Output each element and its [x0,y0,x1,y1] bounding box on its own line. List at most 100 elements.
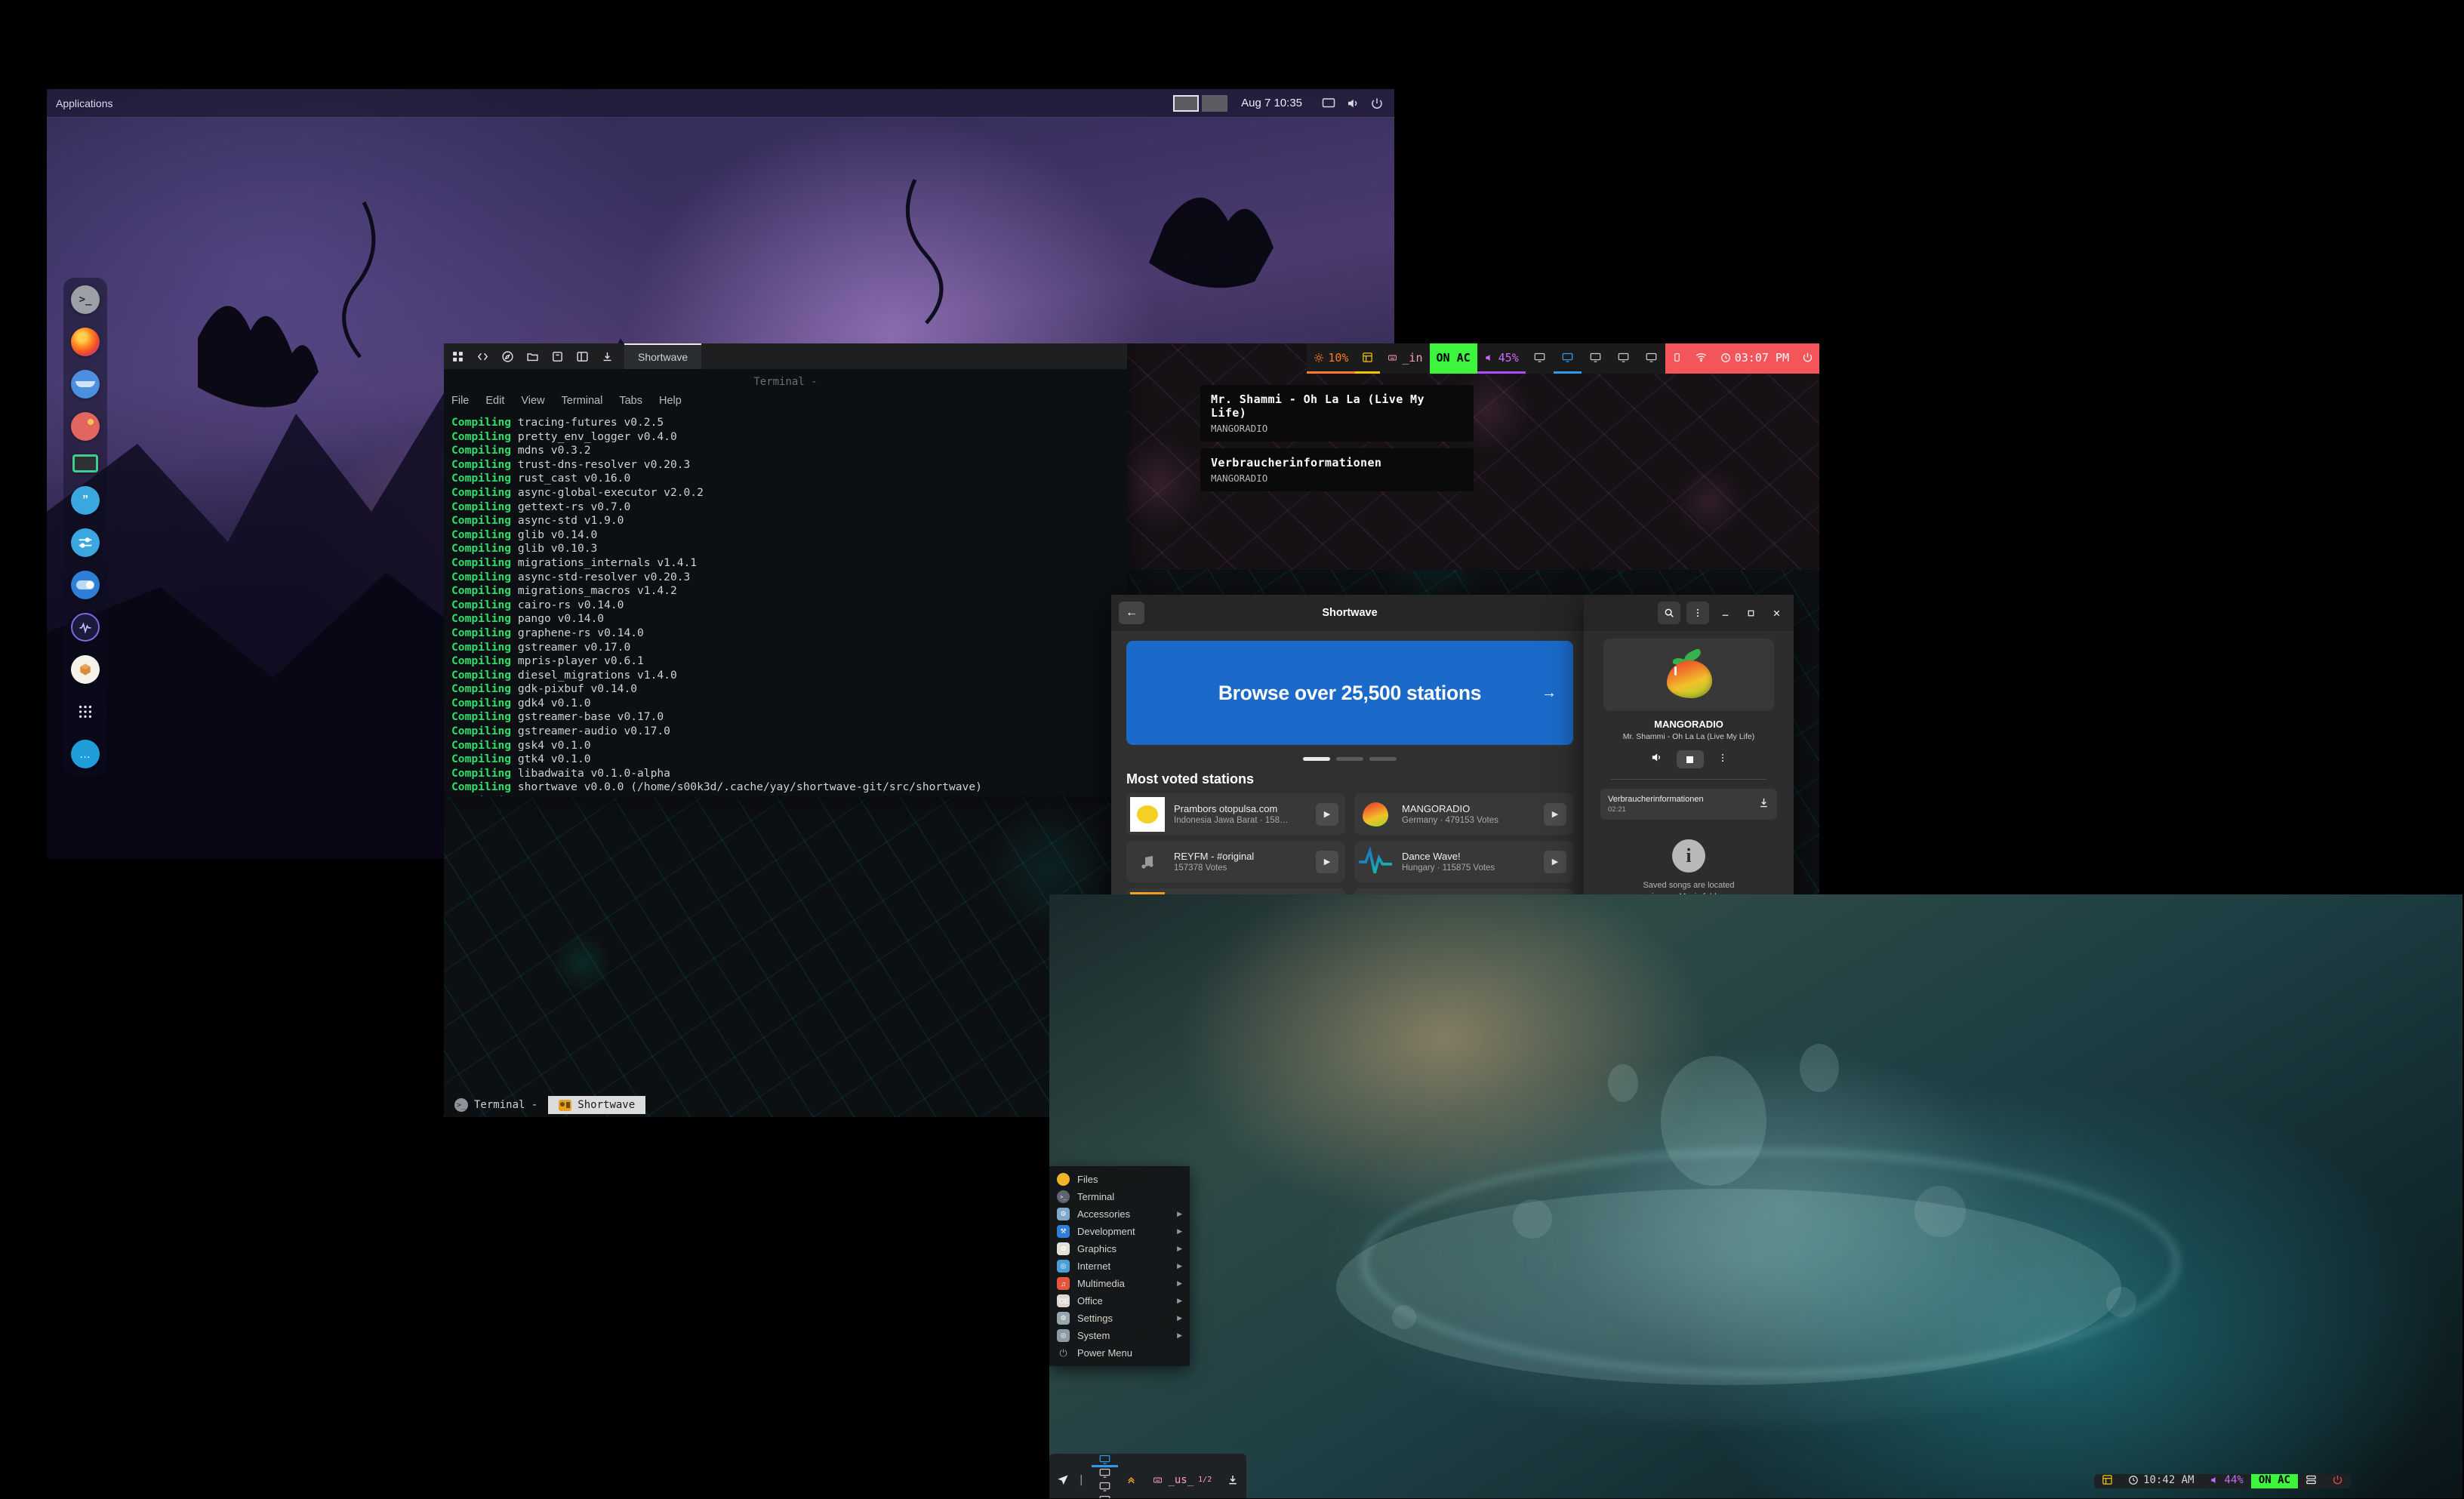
terminal-window[interactable]: Shortwave Terminal - File Edit View Term… [444,343,1127,796]
player-controls[interactable] [1593,750,1785,768]
layout-icon[interactable] [2094,1474,2121,1488]
menu-item-office[interactable]: ὌE Office ▶ [1049,1292,1190,1310]
dock-item-notes[interactable]: ” [71,486,100,515]
panel-clock[interactable]: Aug 7 10:35 [1241,97,1302,109]
display-icon[interactable] [1320,95,1337,112]
search-icon[interactable] [1658,602,1680,624]
menu-item-files[interactable]: Files [1049,1171,1190,1188]
maximize-icon[interactable] [1741,603,1760,623]
power-state-module[interactable]: ON AC [2250,1473,2298,1488]
menu-item-graphics[interactable]: ✿ Graphics ▶ [1049,1240,1190,1257]
volume-module[interactable]: 45% [1477,343,1526,374]
dock-item-system-monitor[interactable] [71,613,100,642]
dock-item-more-apps[interactable]: … [71,740,100,768]
banner-arrow-icon[interactable]: → [1542,685,1557,702]
menu-tabs[interactable]: Tabs [619,395,642,407]
terminal-menubar[interactable]: File Edit View Terminal Tabs Help [451,395,682,407]
workspace-1[interactable] [1092,1454,1119,1467]
stop-icon[interactable] [1676,750,1704,768]
workspace-switcher[interactable] [1525,343,1665,374]
taskbar-item-terminal[interactable]: >_ Terminal - [444,1095,548,1115]
menu-item-terminal[interactable]: >_ Terminal [1049,1188,1190,1205]
carousel-dot-3[interactable] [1369,757,1397,761]
workspace-3[interactable] [1582,343,1609,374]
applications-menu-button[interactable]: Applications [56,97,113,109]
dock-item-toggle-switch[interactable] [71,571,100,599]
taskbar-item-shortwave[interactable]: Shortwave [548,1096,646,1114]
workspace-4[interactable] [1609,343,1637,374]
menu-item-system[interactable]: ◎ System ▶ [1049,1327,1190,1344]
brightness-module[interactable]: 10% [1307,343,1356,374]
terminal-titlebar-icons[interactable] [451,350,614,363]
workspace-2[interactable] [1553,343,1582,374]
menu-item-settings[interactable]: ⚙ Settings ▶ [1049,1310,1190,1327]
play-icon[interactable]: ▶ [1316,802,1338,826]
volume-icon[interactable] [1650,751,1663,768]
station-card[interactable]: Dance Wave! Hungary · 115875 Votes ▶ [1354,841,1573,882]
workspace-2[interactable] [1092,1467,1118,1481]
menu-terminal[interactable]: Terminal [562,395,603,407]
power-icon[interactable] [1369,95,1385,112]
power-state-module[interactable]: ON AC [1429,343,1477,374]
shortwave-titlebar[interactable]: ← Shortwave [1111,595,1588,631]
wifi-icon[interactable] [1688,343,1714,374]
carousel-dots[interactable] [1111,757,1588,761]
player-titlebar[interactable] [1584,595,1794,631]
minimize-icon[interactable] [1715,603,1735,623]
station-card[interactable]: Prambors otopulsa.com Indonesia Jawa Bara… [1126,793,1345,835]
volume-icon[interactable] [1344,95,1361,112]
download-icon[interactable] [1758,797,1769,812]
carousel-dot-1[interactable] [1303,757,1330,761]
dock-item-mail[interactable] [71,412,100,441]
menu-item-internet[interactable]: ◎ Internet ▶ [1049,1257,1190,1275]
menu-help[interactable]: Help [659,395,682,407]
menu-edit[interactable]: Edit [485,395,504,407]
menu-item-multimedia[interactable]: ♫ Multimedia ▶ [1049,1275,1190,1292]
browse-stations-banner[interactable]: Browse over 25,500 stations → [1126,641,1573,745]
workspace-5[interactable] [1637,343,1665,374]
desktop1-top-panel[interactable]: Applications Aug 7 10:35 [47,89,1394,118]
keyboard-layout-module[interactable]: _in [1380,343,1430,374]
send-icon[interactable]: | [1049,1454,1092,1498]
clock-module[interactable]: 10:42 AM [2121,1474,2201,1488]
play-icon[interactable]: ▶ [1544,850,1566,873]
keyboard-layout-module[interactable]: _us_ 1/2 [1144,1454,1219,1498]
menu-file[interactable]: File [451,395,469,407]
dock-item-settings-sliders[interactable] [71,528,100,557]
menu-view[interactable]: View [521,395,544,407]
disk-icon[interactable] [2298,1474,2324,1488]
dock-item-package-manager[interactable] [71,655,100,684]
dock-item-app-grid[interactable] [71,697,100,726]
terminal-titlebar[interactable]: Shortwave [444,343,1127,369]
terminal-tab[interactable]: Shortwave [624,343,702,369]
station-card[interactable]: REYFM - #original 157378 Votes ▶ [1126,841,1345,882]
play-icon[interactable]: ▶ [1544,802,1566,826]
notification-now-playing[interactable]: Mr. Shammi - Oh La La (Live My Life) MAN… [1200,385,1474,442]
menu-item-accessories[interactable]: ⚙ Accessories ▶ [1049,1205,1190,1223]
taskbar-window-1[interactable] [1173,94,1200,112]
chevrons-up-icon[interactable] [1118,1454,1144,1498]
bar-left-group[interactable]: | _us_ 1/2 [1049,1454,1247,1498]
desktop1-dock[interactable]: >_ ” … [63,278,107,776]
kebab-menu-icon[interactable] [1717,753,1728,767]
menu-item-development[interactable]: ⚒ Development ▶ [1049,1223,1190,1240]
recording-row[interactable]: Verbraucherinformationen 02:21 [1600,789,1777,820]
workspace-1[interactable] [1526,343,1554,374]
power-icon[interactable] [2324,1474,2351,1488]
volume-module[interactable]: 44% [2202,1474,2251,1488]
taskbar-window-2[interactable] [1202,94,1228,112]
battery-icon[interactable] [1665,343,1689,374]
application-menu[interactable]: Files >_ Terminal ⚙ Accessories ▶ ⚒ Development… [1049,1166,1190,1366]
back-arrow-icon[interactable]: ← [1119,602,1144,624]
workspace-3[interactable] [1092,1481,1118,1494]
workspace-switcher[interactable] [1092,1454,1119,1498]
power-icon[interactable] [1796,343,1819,374]
station-card[interactable]: MANGORADIO Germany · 479153 Votes ▶ [1354,793,1573,835]
desktop3-bar[interactable]: | _us_ 1/2 10:42 AM 44% ON AC [1049,1454,2462,1498]
workspace-4[interactable] [1092,1494,1118,1498]
notification-recording[interactable]: Verbraucherinformationen MANGORADIO [1200,448,1474,491]
download-icon[interactable] [1219,1454,1246,1498]
carousel-dot-2[interactable] [1336,757,1363,761]
kebab-menu-icon[interactable] [1686,602,1709,624]
menu-item-power-menu[interactable]: ⏻ Power Menu [1049,1344,1190,1362]
